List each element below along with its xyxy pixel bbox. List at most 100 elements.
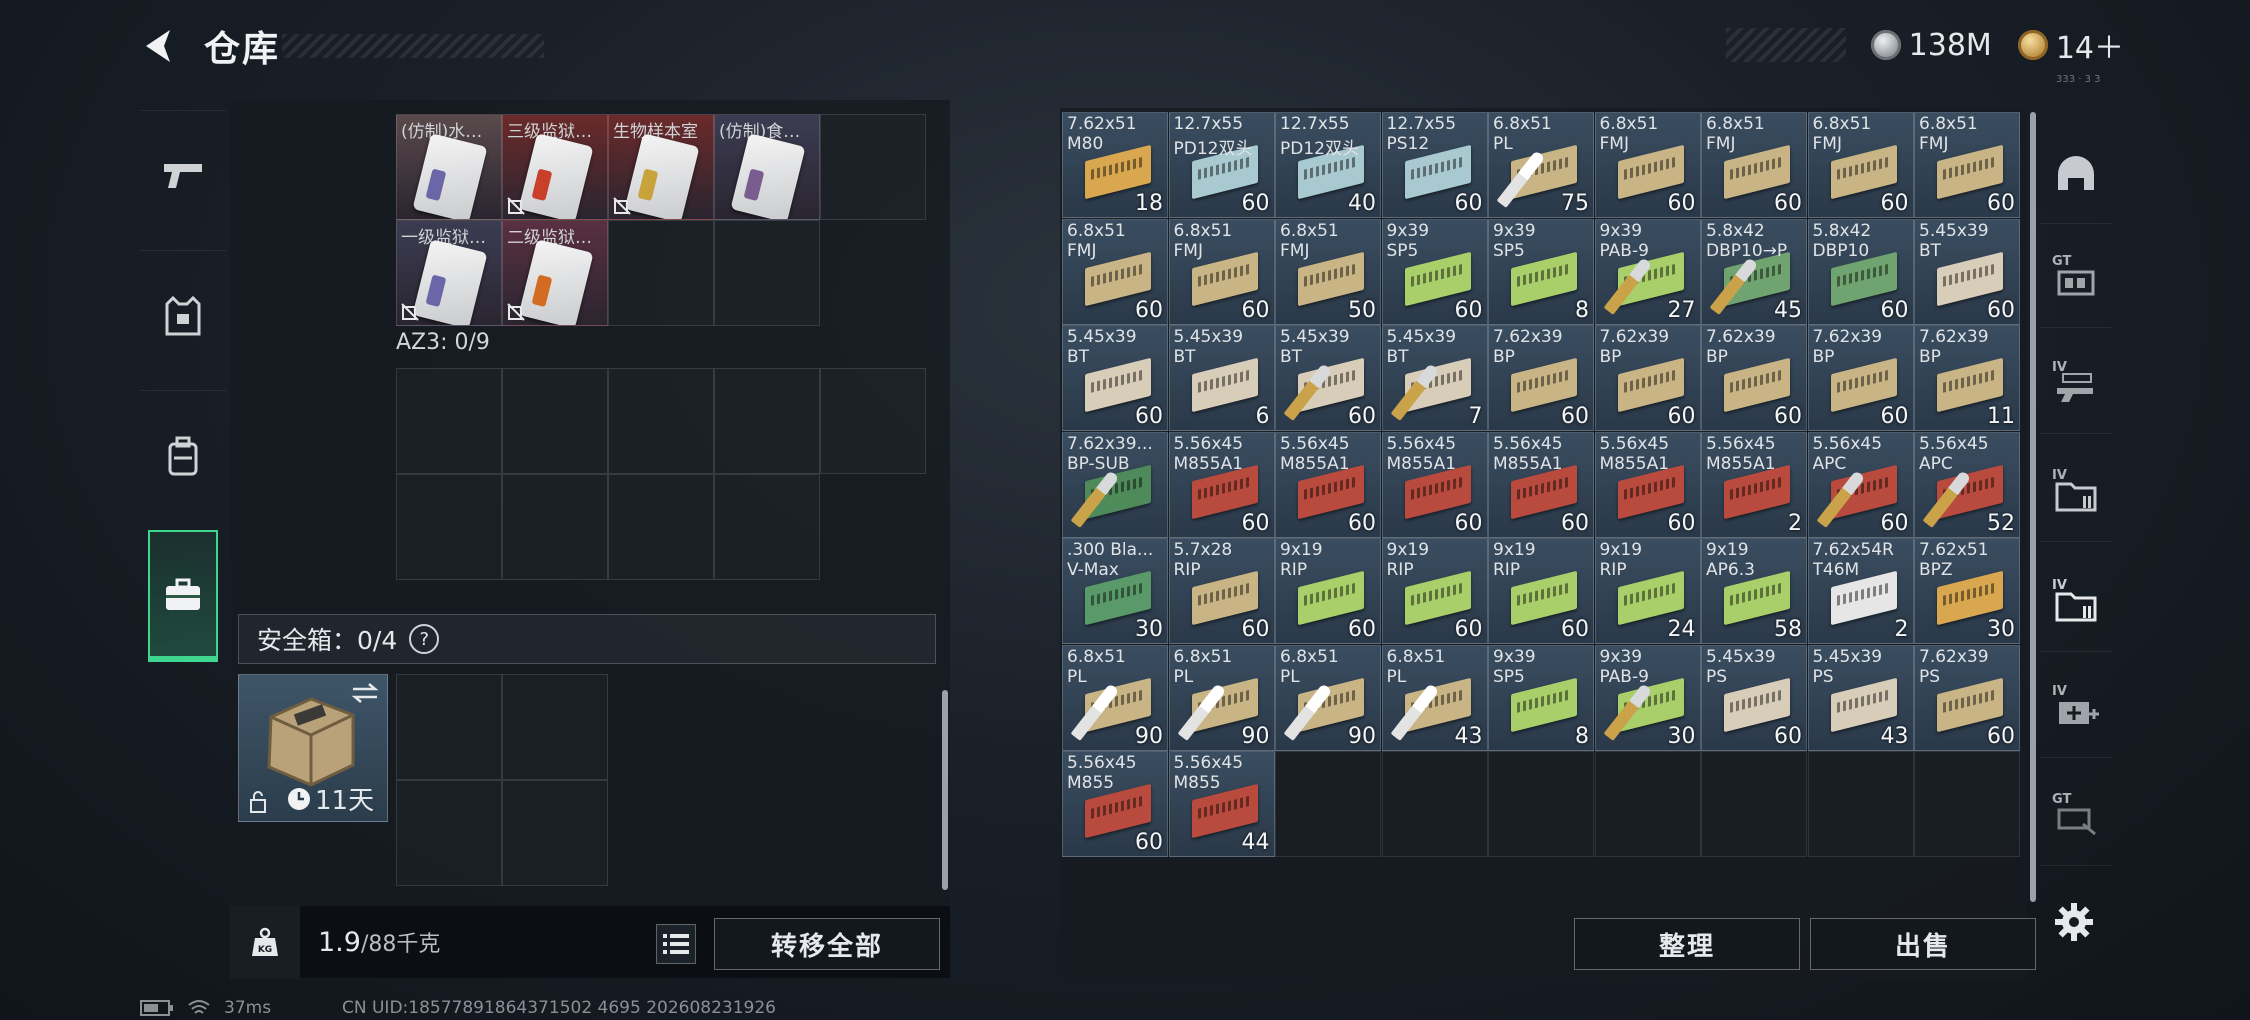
empty-slot[interactable]	[1807, 751, 1914, 857]
ammo-item[interactable]: 6.8x51 FMJ 60	[1807, 112, 1914, 218]
ammo-item[interactable]: 6.8x51 PL 75	[1488, 112, 1594, 218]
ammo-item[interactable]: 6.8x51 FMJ 60	[1701, 112, 1807, 218]
ammo-item[interactable]: 9x19 RIP 60	[1488, 538, 1594, 644]
keycard-item[interactable]: 生物样本室	[608, 114, 714, 220]
ammo-item[interactable]: 5.56x45 M855A1 60	[1381, 431, 1488, 538]
stash-scrollbar[interactable]	[2030, 112, 2036, 902]
ammo-item[interactable]: 6.8x51 FMJ 60	[1914, 112, 2020, 218]
ammo-item[interactable]: 7.62x39 PS 60	[1914, 644, 2020, 751]
tab-armor[interactable]	[140, 250, 226, 380]
empty-slot[interactable]	[1275, 751, 1381, 857]
az3-slot[interactable]	[714, 474, 820, 580]
ammo-item[interactable]: 5.45x39 PS 43	[1807, 644, 1914, 751]
ammo-item[interactable]: 6.8x51 PL 90	[1275, 644, 1381, 751]
ammo-item[interactable]: 7.62x39 BP 11	[1914, 325, 2020, 431]
ammo-item[interactable]: 5.56x45 M855A1 60	[1275, 431, 1381, 538]
ammo-item[interactable]: 6.8x51 PL 43	[1381, 644, 1488, 751]
currency-gold[interactable]: 14＋	[2017, 23, 2124, 67]
ammo-item[interactable]: 5.56x45 M855A1 60	[1594, 431, 1701, 538]
ammo-item[interactable]: 7.62x39 BP 60	[1701, 325, 1807, 431]
az3-slot[interactable]	[608, 368, 714, 474]
keycard-item[interactable]: 一级监狱…	[396, 220, 502, 326]
empty-slot[interactable]	[714, 220, 820, 326]
ammo-item[interactable]: 9x39 SP5 60	[1381, 218, 1488, 325]
swap-icon[interactable]	[351, 683, 379, 703]
ammo-item[interactable]: .300 Bla... V-Max 30	[1062, 538, 1168, 644]
ammo-item[interactable]: 5.7x28 RIP 60	[1168, 538, 1275, 644]
ammo-item[interactable]: 9x39 SP5 8	[1488, 644, 1594, 751]
safebox-slot[interactable]	[502, 780, 608, 886]
ammo-item[interactable]: 5.56x45 APC 60	[1807, 431, 1914, 538]
ammo-item[interactable]: 5.45x39 BT 7	[1381, 325, 1488, 431]
empty-slot[interactable]	[820, 114, 926, 220]
keycard-item[interactable]: (仿制)水…	[396, 114, 502, 220]
az3-slot[interactable]	[502, 368, 608, 474]
ammo-item[interactable]: 9x19 AP6.3 58	[1701, 538, 1807, 644]
empty-slot[interactable]	[608, 220, 714, 326]
stash-tab-5[interactable]: IV	[2040, 556, 2112, 652]
ammo-item[interactable]: 12.7x55 PS12 60	[1381, 112, 1488, 218]
az3-slot[interactable]	[820, 368, 926, 474]
ammo-item[interactable]: 7.62x39... BP-SUB	[1062, 431, 1168, 538]
ammo-item[interactable]: 5.8x42 DBP10→P 45	[1701, 218, 1807, 325]
ammo-item[interactable]: 6.8x51 PL 90	[1168, 644, 1275, 751]
safebox-slot[interactable]	[502, 674, 608, 780]
ammo-item[interactable]: 7.62x39 BP 60	[1594, 325, 1701, 431]
safebox-slot[interactable]	[396, 674, 502, 780]
currency-silver[interactable]: 138M	[1870, 28, 1992, 63]
back-button[interactable]	[136, 22, 184, 70]
ammo-item[interactable]: 12.7x55 PD12双头 60	[1168, 112, 1275, 218]
ammo-item[interactable]: 9x19 RIP 24	[1594, 538, 1701, 644]
keycard-item[interactable]: 二级监狱…	[502, 220, 608, 326]
ammo-item[interactable]: 5.56x45 M855A1 60	[1168, 431, 1275, 538]
ammo-item[interactable]: 7.62x39 BP 60	[1807, 325, 1914, 431]
stash-tab-2[interactable]: GT	[2040, 232, 2112, 328]
tab-weapons[interactable]	[140, 110, 226, 240]
stash-tab-6[interactable]: IV	[2040, 662, 2112, 758]
ammo-item[interactable]: 5.8x42 DBP10 60	[1807, 218, 1914, 325]
sort-button[interactable]: 整理	[1574, 918, 1800, 970]
empty-slot[interactable]	[1701, 751, 1807, 857]
empty-slot[interactable]	[1594, 751, 1701, 857]
container-scrollbar[interactable]	[942, 690, 948, 890]
ammo-item[interactable]: 5.56x45 M855A1 2	[1701, 431, 1807, 538]
ammo-item[interactable]: 5.56x45 APC 52	[1914, 431, 2020, 538]
ammo-item[interactable]: 9x39 PAB-9 27	[1594, 218, 1701, 325]
settings-button[interactable]	[2052, 900, 2096, 944]
ammo-item[interactable]: 6.8x51 FMJ 60	[1168, 218, 1275, 325]
stash-tab-3[interactable]: IV	[2040, 338, 2112, 434]
ammo-item[interactable]: 12.7x55 PD12双头 40	[1275, 112, 1381, 218]
ammo-item[interactable]: 5.56x45 M855A1 60	[1488, 431, 1594, 538]
ammo-item[interactable]: 9x19 RIP 60	[1381, 538, 1488, 644]
tab-secure-case[interactable]	[148, 530, 218, 660]
ammo-item[interactable]: 7.62x39 BP 60	[1488, 325, 1594, 431]
stash-tab-1[interactable]	[2040, 128, 2112, 224]
sell-button[interactable]: 出售	[1810, 918, 2036, 970]
keycard-item[interactable]: (仿制)食…	[714, 114, 820, 220]
list-view-button[interactable]	[656, 924, 696, 964]
ammo-item[interactable]: 5.56x45 M855 60	[1062, 751, 1168, 857]
ammo-item[interactable]: 5.45x39 BT 60	[1275, 325, 1381, 431]
ammo-item[interactable]: 6.8x51 FMJ 50	[1275, 218, 1381, 325]
ammo-item[interactable]: 9x39 PAB-9 30	[1594, 644, 1701, 751]
empty-slot[interactable]	[1381, 751, 1488, 857]
az3-slot[interactable]	[502, 474, 608, 580]
keycard-item[interactable]: 三级监狱…	[502, 114, 608, 220]
ammo-item[interactable]: 5.45x39 BT 60	[1062, 325, 1168, 431]
az3-slot[interactable]	[396, 368, 502, 474]
empty-slot[interactable]	[1488, 751, 1594, 857]
stash-tab-4[interactable]: IV	[2040, 446, 2112, 542]
empty-slot[interactable]	[1914, 751, 2020, 857]
help-button[interactable]: ?	[409, 624, 440, 654]
ammo-item[interactable]: 9x39 SP5 8	[1488, 218, 1594, 325]
stash-tab-7[interactable]: GT	[2040, 770, 2112, 866]
ammo-item[interactable]: 7.62x51 M80 18	[1062, 112, 1168, 218]
ammo-item[interactable]: 7.62x51 BPZ 30	[1914, 538, 2020, 644]
safebox-item[interactable]: 11天	[238, 674, 388, 822]
ammo-item[interactable]: 7.62x54R T46M 2	[1807, 538, 1914, 644]
az3-slot[interactable]	[608, 474, 714, 580]
ammo-item[interactable]: 6.8x51 PL 90	[1062, 644, 1168, 751]
ammo-item[interactable]: 6.8x51 FMJ 60	[1594, 112, 1701, 218]
safebox-slot[interactable]	[396, 780, 502, 886]
tab-backpack[interactable]	[140, 390, 226, 520]
